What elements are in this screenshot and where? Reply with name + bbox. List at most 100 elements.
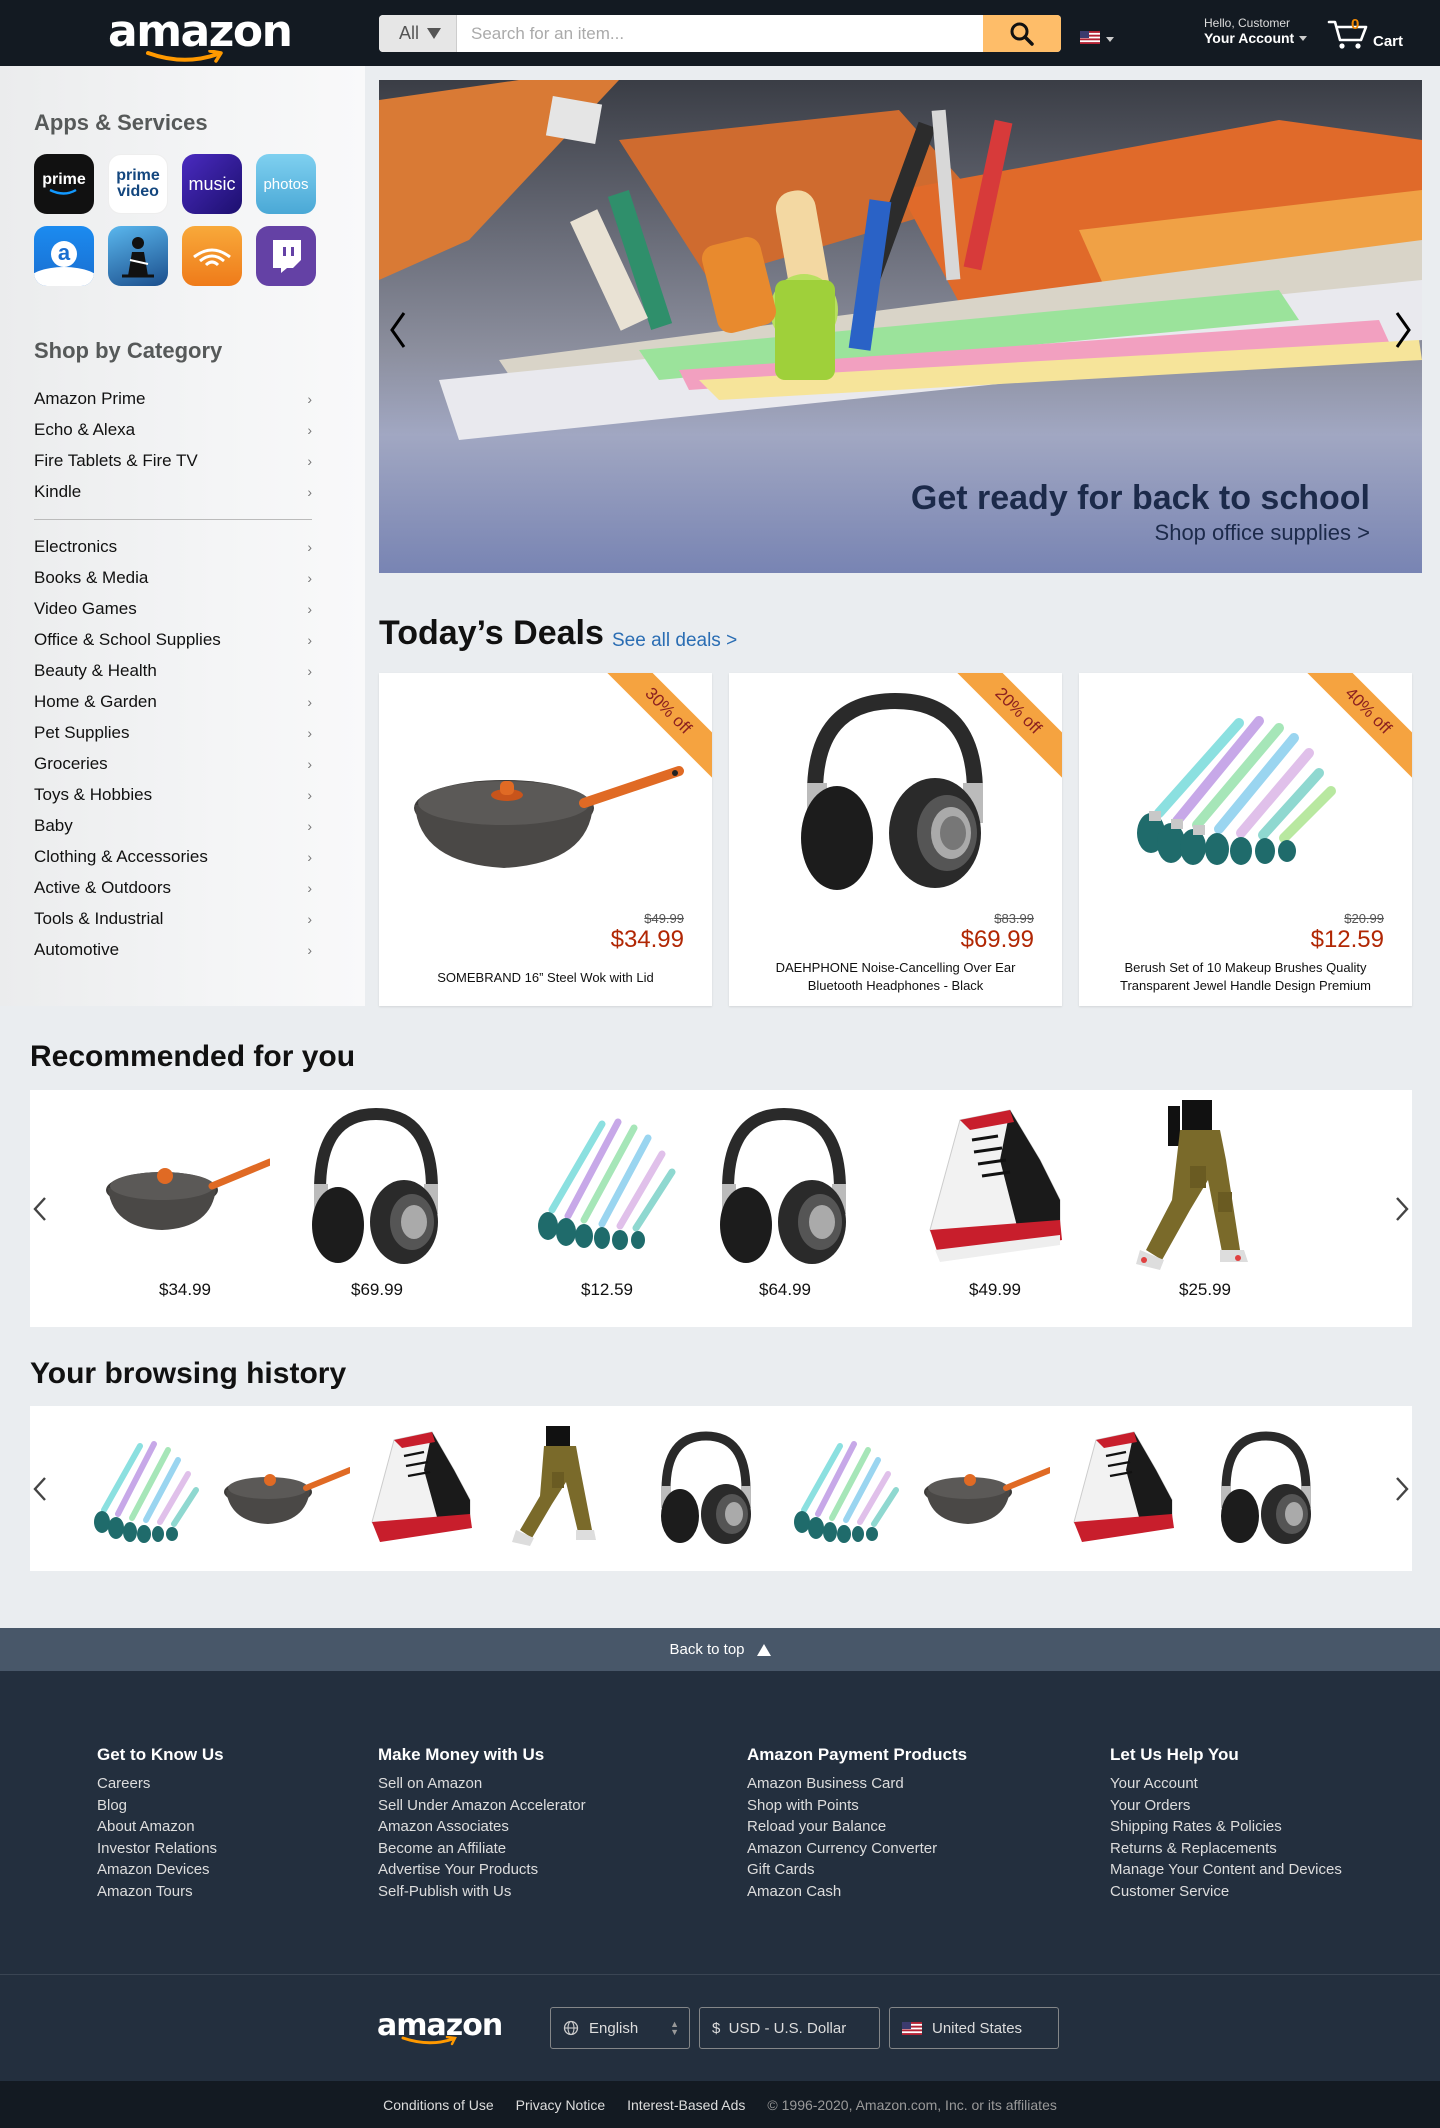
music-app-icon[interactable]: music [182, 154, 242, 214]
history-next-button[interactable] [1392, 1474, 1412, 1504]
footer-link[interactable]: Advertise Your Products [378, 1859, 586, 1881]
shop-by-category-title: Shop by Category [34, 338, 223, 363]
photos-app-icon[interactable]: photos [256, 154, 316, 214]
category-toys-hobbies[interactable]: Toys & Hobbies › [34, 779, 312, 810]
privacy-link[interactable]: Privacy Notice [516, 2097, 605, 2113]
search-category-select[interactable]: All [379, 15, 457, 52]
footer-link[interactable]: Reload your Balance [747, 1816, 967, 1838]
category-books-media[interactable]: Books & Media › [34, 562, 312, 593]
see-all-deals-link[interactable]: See all deals > [612, 630, 737, 652]
conditions-link[interactable]: Conditions of Use [383, 2097, 494, 2113]
footer-link[interactable]: Amazon Cash [747, 1881, 967, 1903]
history-prev-button[interactable] [30, 1474, 50, 1504]
history-item-wok-2[interactable] [920, 1426, 1053, 1551]
footer-link[interactable]: Become an Affiliate [378, 1838, 586, 1860]
recommended-item-headphones[interactable]: $69.99 [292, 1100, 462, 1300]
category-clothing[interactable]: Clothing & Accessories › [34, 841, 312, 872]
dropdown-triangle-icon [427, 28, 442, 39]
history-item-brushes-2[interactable] [782, 1426, 912, 1551]
history-item-sneaker[interactable] [358, 1426, 488, 1551]
category-baby[interactable]: Baby › [34, 810, 312, 841]
footer-link[interactable]: Sell on Amazon [378, 1773, 586, 1795]
us-flag-icon[interactable] [1080, 31, 1100, 44]
footer-link[interactable]: Blog [97, 1795, 224, 1817]
footer-link[interactable]: Amazon Tours [97, 1881, 224, 1903]
currency-select[interactable]: $ USD - U.S. Dollar [699, 2007, 880, 2049]
deal-card-brushes[interactable]: 40% off $20.99 $12.59 Berush Set of 10 M… [1079, 673, 1412, 1006]
footer-link[interactable]: Shop with Points [747, 1795, 967, 1817]
chevron-right-icon: › [307, 910, 312, 927]
prime-video-app-icon[interactable]: prime video [108, 154, 168, 214]
category-groceries[interactable]: Groceries › [34, 748, 312, 779]
country-select[interactable]: United States [889, 2007, 1059, 2049]
category-office-school[interactable]: Office & School Supplies › [34, 624, 312, 655]
history-item-brushes[interactable] [82, 1426, 212, 1551]
category-pet-supplies[interactable]: Pet Supplies › [34, 717, 312, 748]
category-kindle[interactable]: Kindle › [34, 476, 312, 507]
history-item-pants[interactable] [500, 1426, 630, 1551]
history-item-headphones-2[interactable] [1202, 1426, 1332, 1551]
chevron-left-icon [390, 312, 406, 348]
footer-link[interactable]: Amazon Currency Converter [747, 1838, 967, 1860]
footer-link[interactable]: About Amazon [97, 1816, 224, 1838]
footer-link[interactable]: Customer Service [1110, 1881, 1342, 1903]
recommended-prev-button[interactable] [30, 1194, 50, 1224]
category-video-games[interactable]: Video Games › [34, 593, 312, 624]
language-select[interactable]: English ▲ ▼ [550, 2007, 690, 2049]
footer-link[interactable]: Amazon Devices [97, 1859, 224, 1881]
footer-amazon-logo[interactable]: amazon [377, 2008, 503, 2048]
search-input[interactable] [457, 15, 983, 52]
category-beauty-health[interactable]: Beauty & Health › [34, 655, 312, 686]
recommended-item-headphones-2[interactable]: $64.99 [700, 1100, 870, 1300]
category-fire-tablets[interactable]: Fire Tablets & Fire TV › [34, 445, 312, 476]
footer-link[interactable]: Your Orders [1110, 1795, 1342, 1817]
makeup-brushes-image [538, 1118, 676, 1250]
recommended-item-pants[interactable]: $25.99 [1120, 1100, 1290, 1300]
recommended-item-sneaker[interactable]: $49.99 [910, 1100, 1080, 1300]
hero-banner[interactable]: Get ready for back to school Shop office… [379, 80, 1422, 573]
amazon-logo[interactable]: amazon [108, 6, 293, 66]
prime-app-icon[interactable]: prime [34, 154, 94, 214]
category-tools-industrial[interactable]: Tools & Industrial › [34, 903, 312, 934]
category-echo-alexa[interactable]: Echo & Alexa › [34, 414, 312, 445]
history-item-sneaker-2[interactable] [1060, 1426, 1190, 1551]
back-to-top-button[interactable]: Back to top [0, 1628, 1440, 1671]
footer-link[interactable]: Investor Relations [97, 1838, 224, 1860]
deal-card-headphones[interactable]: 20% off $83.99 $69.99 DAEHPHONE Noise-Ca… [729, 673, 1062, 1006]
footer-link[interactable]: Self-Publish with Us [378, 1881, 586, 1903]
footer-link[interactable]: Your Account [1110, 1773, 1342, 1795]
footer-link[interactable]: Gift Cards [747, 1859, 967, 1881]
category-home-garden[interactable]: Home & Garden › [34, 686, 312, 717]
footer-link[interactable]: Returns & Replacements [1110, 1838, 1342, 1860]
footer-link[interactable]: Manage Your Content and Devices [1110, 1859, 1342, 1881]
search-icon [1010, 22, 1034, 46]
top-header: amazon All Hello, Customer Your Account [0, 0, 1440, 66]
recommended-item-brushes[interactable]: $12.59 [522, 1100, 692, 1300]
recommended-next-button[interactable] [1392, 1194, 1412, 1224]
cart-button[interactable]: 0 Cart [1327, 16, 1407, 56]
search-button[interactable] [983, 15, 1061, 52]
footer-link[interactable]: Sell Under Amazon Accelerator [378, 1795, 586, 1817]
recommended-item-wok[interactable]: $34.99 [100, 1100, 270, 1300]
footer-link[interactable]: Careers [97, 1773, 224, 1795]
twitch-app-icon[interactable] [256, 226, 316, 286]
category-automotive[interactable]: Automotive › [34, 934, 312, 965]
footer-link[interactable]: Shipping Rates & Policies [1110, 1816, 1342, 1838]
history-item-headphones[interactable] [642, 1426, 772, 1551]
deal-card-wok[interactable]: 30% off $49.99 $34.99 SOMEBRAND 16” Stee… [379, 673, 712, 1006]
hero-subtitle-link[interactable]: Shop office supplies > [911, 520, 1370, 546]
audible-app-icon[interactable] [182, 226, 242, 286]
category-electronics[interactable]: Electronics › [34, 531, 312, 562]
interest-ads-link[interactable]: Interest-Based Ads [627, 2097, 745, 2113]
kindle-app-icon[interactable] [108, 226, 168, 286]
hero-next-button[interactable] [1388, 305, 1418, 355]
language-caret-icon[interactable] [1106, 37, 1114, 42]
amazon-shopping-app-icon[interactable]: a [34, 226, 94, 286]
history-item-wok[interactable] [220, 1426, 353, 1551]
footer-link[interactable]: Amazon Business Card [747, 1773, 967, 1795]
hero-prev-button[interactable] [383, 305, 413, 355]
category-active-outdoors[interactable]: Active & Outdoors › [34, 872, 312, 903]
footer-link[interactable]: Amazon Associates [378, 1816, 586, 1838]
category-amazon-prime[interactable]: Amazon Prime › [34, 383, 312, 414]
account-menu[interactable]: Hello, Customer Your Account [1204, 16, 1308, 46]
